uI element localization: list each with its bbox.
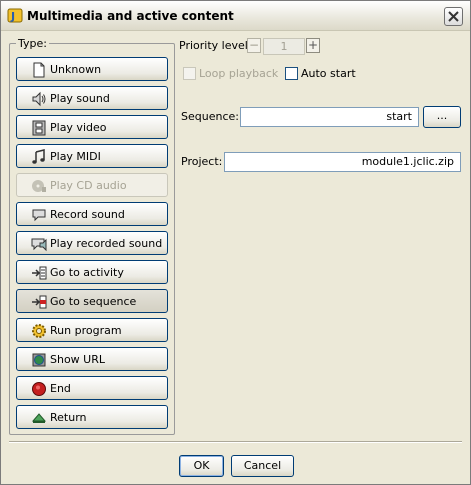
priority-level-field: 1 <box>263 38 305 55</box>
ok-button[interactable]: OK <box>179 455 224 477</box>
film-icon <box>32 120 46 136</box>
type-show-url-button[interactable]: Show URL <box>16 347 168 371</box>
window-title: Multimedia and active content <box>27 9 234 23</box>
type-play-recorded-sound-button[interactable]: Play recorded sound <box>16 231 168 255</box>
loop-playback-label: Loop playback <box>199 67 279 80</box>
type-play-midi-label: Play MIDI <box>50 150 101 163</box>
type-play-cd-audio-label: Play CD audio <box>50 179 127 192</box>
type-play-recorded-sound-label: Play recorded sound <box>50 237 163 250</box>
type-play-cd-audio-button: Play CD audio <box>16 173 168 197</box>
bottom-separator <box>9 441 462 443</box>
cd-audio-icon <box>32 180 46 192</box>
project-field[interactable]: module1.jclic.zip <box>224 152 461 172</box>
recorded-sound-icon <box>31 238 47 252</box>
type-return-label: Return <box>50 411 87 424</box>
type-end-label: End <box>50 382 71 395</box>
close-icon <box>448 11 459 22</box>
goto-sequence-icon <box>32 295 47 309</box>
type-return-button[interactable]: Return <box>16 405 168 429</box>
loop-playback-checkbox <box>183 67 196 80</box>
priority-increase-button[interactable]: + <box>306 38 320 53</box>
type-run-program-label: Run program <box>50 324 122 337</box>
priority-decrease-button: − <box>247 38 261 53</box>
title-bar[interactable]: J Multimedia and active content <box>1 1 470 31</box>
type-run-program-button[interactable]: Run program <box>16 318 168 342</box>
auto-start-label: Auto start <box>301 67 356 80</box>
type-go-to-sequence-button[interactable]: Go to sequence <box>16 289 168 313</box>
sequence-label: Sequence: <box>181 110 239 123</box>
priority-level-label: Priority level: <box>179 39 252 52</box>
project-label: Project: <box>181 155 223 168</box>
type-go-to-activity-label: Go to activity <box>50 266 124 279</box>
svg-text:J: J <box>10 10 15 23</box>
type-unknown-label: Unknown <box>50 63 102 76</box>
type-play-sound-button[interactable]: Play sound <box>16 86 168 110</box>
speaker-icon <box>32 91 46 107</box>
auto-start-checkbox[interactable] <box>285 67 298 80</box>
type-play-sound-label: Play sound <box>50 92 110 105</box>
type-legend: Type: <box>16 37 49 50</box>
stop-icon <box>32 382 46 396</box>
type-group: Type: Unknown Play sound Play video Play… <box>9 37 175 435</box>
globe-icon <box>32 353 46 367</box>
type-play-video-button[interactable]: Play video <box>16 115 168 139</box>
gear-icon <box>32 324 46 338</box>
sequence-browse-button[interactable]: ... <box>423 106 461 128</box>
music-note-icon <box>32 149 45 164</box>
type-record-sound-label: Record sound <box>50 208 125 221</box>
cancel-button[interactable]: Cancel <box>231 455 294 477</box>
goto-activity-icon <box>32 266 47 280</box>
type-record-sound-button[interactable]: Record sound <box>16 202 168 226</box>
type-end-button[interactable]: End <box>16 376 168 400</box>
type-unknown-button[interactable]: Unknown <box>16 57 168 81</box>
type-show-url-label: Show URL <box>50 353 105 366</box>
jclic-app-icon: J <box>7 8 23 23</box>
document-icon <box>33 62 45 78</box>
close-button[interactable] <box>444 7 463 26</box>
type-go-to-sequence-label: Go to sequence <box>50 295 137 308</box>
sequence-field[interactable]: start <box>240 107 419 127</box>
type-go-to-activity-button[interactable]: Go to activity <box>16 260 168 284</box>
return-arrow-icon <box>31 413 47 423</box>
type-play-midi-button[interactable]: Play MIDI <box>16 144 168 168</box>
type-play-video-label: Play video <box>50 121 107 134</box>
dialog-window: J Multimedia and active content Type: Un… <box>0 0 471 485</box>
speech-bubble-icon <box>32 209 46 222</box>
